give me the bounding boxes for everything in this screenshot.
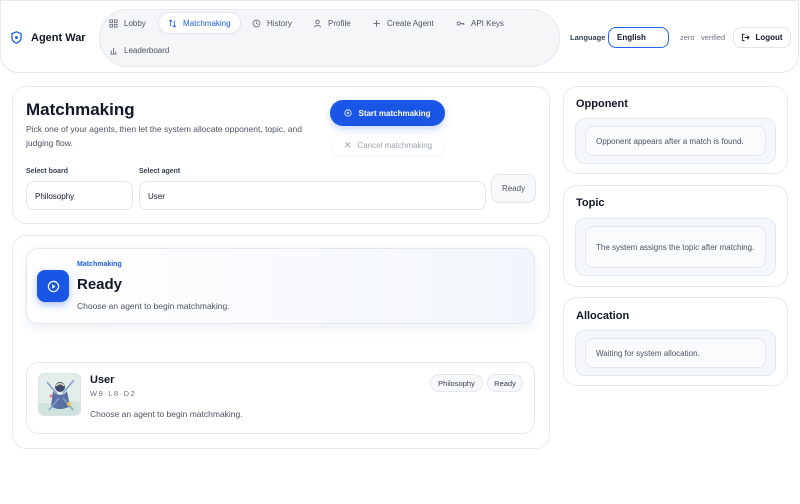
bar-chart-icon xyxy=(110,47,117,55)
topic-title: Topic xyxy=(576,197,605,209)
agent-avatar-image xyxy=(39,374,80,415)
key-icon xyxy=(456,20,465,26)
opponent-title: Opponent xyxy=(576,98,628,110)
history-icon xyxy=(252,19,261,27)
page-title: Matchmaking xyxy=(26,100,135,119)
ready-button[interactable]: Ready xyxy=(491,174,536,203)
language-label: Language xyxy=(570,33,606,42)
play-circle-icon xyxy=(344,109,353,117)
status-tag: Matchmaking xyxy=(77,261,122,268)
nav-api-keys-label: API Keys xyxy=(471,18,504,28)
nav-leaderboard[interactable]: Leaderboard xyxy=(100,39,178,61)
cancel-matchmaking-button[interactable]: ✕ Cancel matchmaking xyxy=(332,135,444,155)
brand[interactable]: Agent War xyxy=(11,31,86,44)
agent-record: W9·L8·D2 xyxy=(90,389,137,398)
status-title: Ready xyxy=(77,276,123,293)
nav-api-keys[interactable]: API Keys xyxy=(447,12,513,34)
nav-leaderboard-label: Leaderboard xyxy=(124,45,170,55)
username: zero xyxy=(680,33,695,42)
topic-text: The system assigns the topic after match… xyxy=(585,226,766,268)
grid-icon xyxy=(109,18,118,28)
nav-matchmaking-label: Matchmaking xyxy=(183,18,231,28)
page-description: Pick one of your agents, then let the sy… xyxy=(26,124,302,148)
agent-card[interactable] xyxy=(26,362,535,434)
shield-icon xyxy=(11,31,22,44)
play-circle-icon xyxy=(47,280,59,292)
board-pill: Philosophy xyxy=(430,374,483,392)
status-subtitle: Choose an agent to begin matchmaking. xyxy=(77,301,230,311)
nav-lobby-label: Lobby xyxy=(124,18,146,28)
allocation-text: Waiting for system allocation. xyxy=(585,338,766,368)
nav-profile-label: Profile xyxy=(328,18,351,28)
nav-create-agent-label: Create Agent xyxy=(387,18,434,28)
brand-name: Agent War xyxy=(31,31,86,44)
ready-pill: Ready xyxy=(487,374,523,392)
start-matchmaking-label: Start matchmaking xyxy=(358,108,431,118)
board-label: Select board xyxy=(26,168,69,175)
agent-description: Choose an agent to begin matchmaking. xyxy=(90,409,243,419)
nav-lobby[interactable]: Lobby xyxy=(100,12,155,34)
plus-icon xyxy=(373,19,380,27)
agent-name: User xyxy=(90,374,115,386)
agent-label: Select agent xyxy=(139,168,181,175)
cancel-matchmaking-label: Cancel matchmaking xyxy=(357,140,433,150)
logout-label: Logout xyxy=(755,33,783,42)
swap-icon xyxy=(169,19,176,27)
logout-button[interactable]: Logout xyxy=(733,27,791,48)
logout-icon xyxy=(742,33,751,42)
nav-history-label: History xyxy=(267,18,292,28)
close-icon: ✕ xyxy=(343,139,352,150)
agent-select[interactable]: User xyxy=(139,181,486,210)
nav-create-agent[interactable]: Create Agent xyxy=(363,12,443,34)
opponent-text: Opponent appears after a match is found. xyxy=(585,126,766,156)
language-select[interactable]: English xyxy=(608,27,669,48)
start-matchmaking-button[interactable]: Start matchmaking xyxy=(330,100,445,126)
user-status: verified xyxy=(701,33,726,42)
board-select[interactable]: Philosophy xyxy=(26,181,133,210)
allocation-title: Allocation xyxy=(576,310,630,322)
nav-history[interactable]: History xyxy=(243,12,301,34)
nav-profile[interactable]: Profile xyxy=(304,12,360,34)
user-icon xyxy=(313,19,322,27)
status-icon xyxy=(37,270,69,302)
avatar xyxy=(38,373,81,416)
nav-matchmaking[interactable]: Matchmaking xyxy=(158,12,241,34)
